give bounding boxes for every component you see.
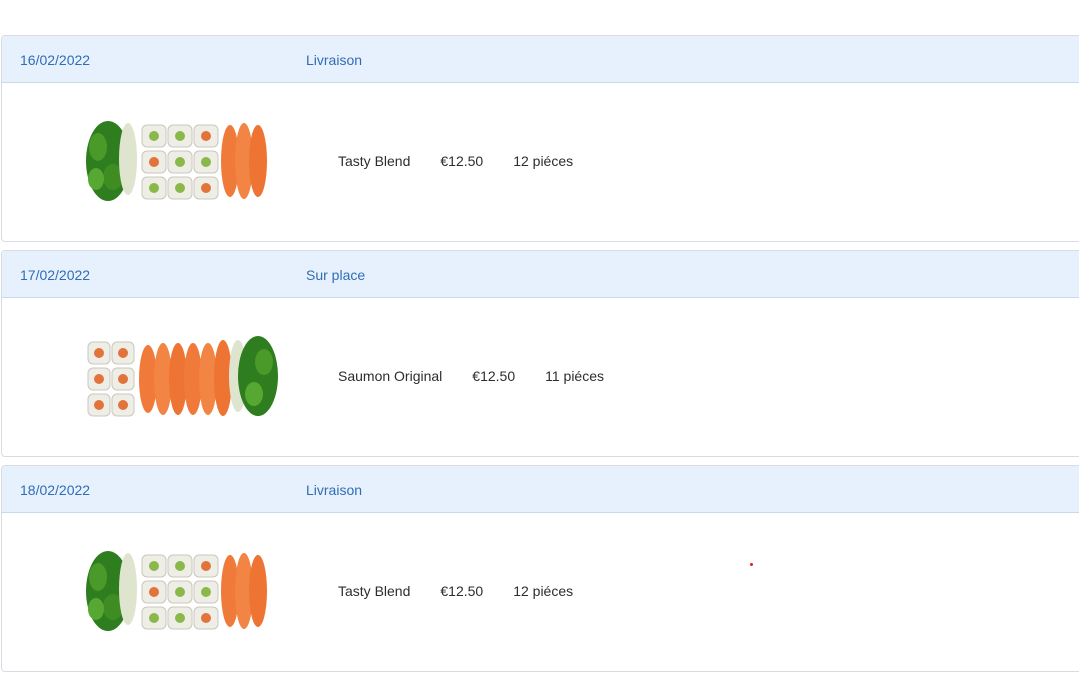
- order-card[interactable]: 18/02/2022 Livraison Tasty Blend €12.50 …: [1, 465, 1079, 672]
- order-body: Saumon Original €12.50 11 piéces: [2, 298, 1079, 456]
- order-card[interactable]: 16/02/2022 Livraison Tasty Blend €12.50 …: [1, 35, 1079, 242]
- order-mode: Sur place: [306, 267, 366, 283]
- order-body: Tasty Blend €12.50 12 piéces: [2, 83, 1079, 241]
- order-header: 18/02/2022 Livraison: [2, 466, 1079, 513]
- sushi-platter-icon: [86, 121, 267, 201]
- product-name: Saumon Original: [338, 368, 443, 384]
- order-date: 16/02/2022: [20, 52, 91, 68]
- order-info: Saumon Original €12.50 11 piéces: [338, 368, 604, 384]
- order-header: 17/02/2022 Sur place: [2, 251, 1079, 298]
- product-name: Tasty Blend: [338, 153, 411, 169]
- product-price: €12.50: [440, 583, 484, 599]
- order-info: Tasty Blend €12.50 12 piéces: [338, 153, 573, 169]
- product-price: €12.50: [440, 153, 484, 169]
- order-mode: Livraison: [306, 52, 363, 68]
- order-list: 16/02/2022 Livraison Tasty Blend €12.50 …: [1, 35, 1079, 680]
- product-pieces: 11 piéces: [545, 368, 605, 384]
- order-date: 18/02/2022: [20, 482, 91, 498]
- order-date: 17/02/2022: [20, 267, 91, 283]
- order-body: Tasty Blend €12.50 12 piéces: [2, 513, 1079, 671]
- order-card[interactable]: 17/02/2022 Sur place Saumon Original €12…: [1, 250, 1079, 457]
- product-name: Tasty Blend: [338, 583, 411, 599]
- product-price: €12.50: [472, 368, 516, 384]
- order-info: Tasty Blend €12.50 12 piéces: [338, 583, 573, 599]
- product-pieces: 12 piéces: [513, 153, 574, 169]
- red-dot: [750, 563, 753, 566]
- order-mode: Livraison: [306, 482, 363, 498]
- sushi-platter-icon: [87, 336, 278, 417]
- product-pieces: 12 piéces: [513, 583, 574, 599]
- sushi-platter-icon: [86, 551, 267, 631]
- order-header: 16/02/2022 Livraison: [2, 36, 1079, 83]
